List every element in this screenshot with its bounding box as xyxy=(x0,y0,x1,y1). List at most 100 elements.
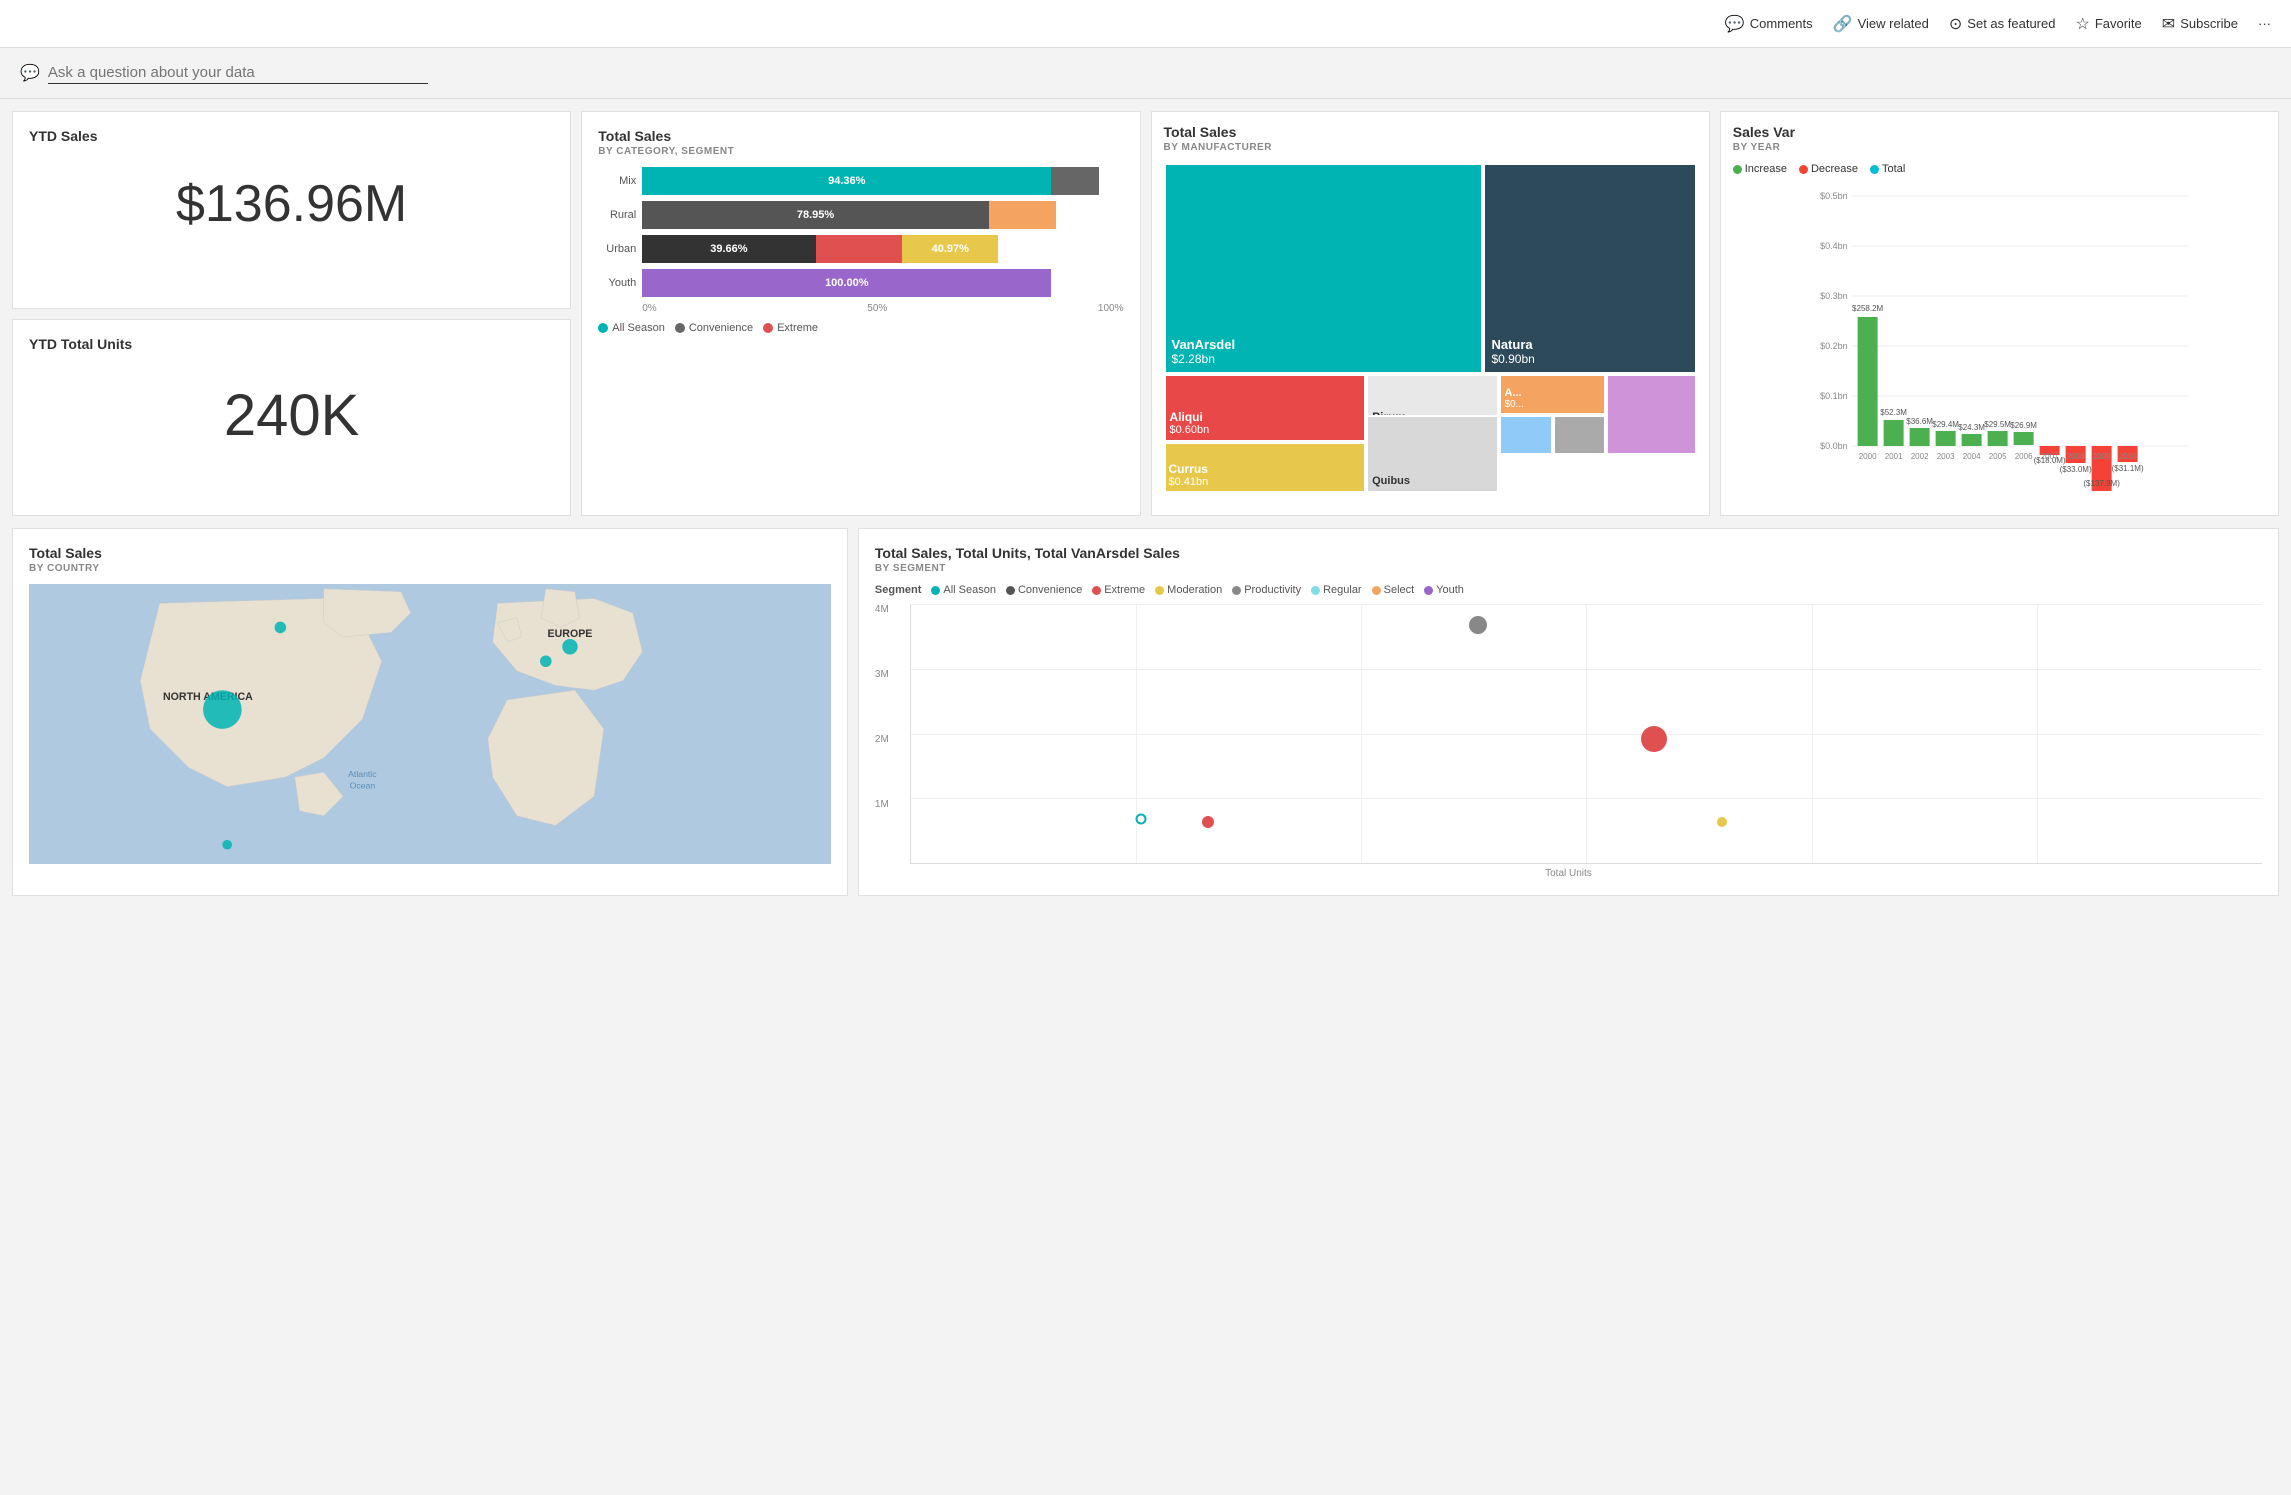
legend-regular-scatter: Regular xyxy=(1311,584,1362,596)
subscribe-label: Subscribe xyxy=(2180,16,2238,31)
axis-50: 50% xyxy=(867,303,887,314)
legend-dot-increase xyxy=(1733,165,1742,174)
map-dot-south[interactable] xyxy=(222,840,232,850)
svg-text:$0.4bn: $0.4bn xyxy=(1820,241,1848,251)
scatter-chart-area: 4M 3M 2M 1M xyxy=(875,604,2262,864)
treemap-aliqui[interactable]: Aliqui $0.60bn xyxy=(1164,374,1367,442)
bar-legend: All Season Convenience Extreme xyxy=(598,322,1123,334)
bar-label-urban: Urban xyxy=(598,243,636,255)
scatter-dot-convenience xyxy=(1006,586,1015,595)
view-related-button[interactable]: 🔗 View related xyxy=(1833,14,1929,34)
map-dot-usa[interactable] xyxy=(203,690,242,729)
scatter-label-select: Select xyxy=(1384,584,1415,596)
y-label-2m: 2M xyxy=(875,734,906,745)
scatter-tile: Total Sales, Total Units, Total VanArsde… xyxy=(858,528,2279,896)
bar-2005[interactable] xyxy=(1987,431,2007,446)
comments-button[interactable]: 💬 Comments xyxy=(1725,14,1813,34)
map-dot-canada[interactable] xyxy=(275,622,287,634)
treemap-small3 xyxy=(1606,374,1697,456)
scatter-dot-moderation xyxy=(1155,586,1164,595)
legend-productivity-scatter: Productivity xyxy=(1232,584,1301,596)
treemap-natura-label: Natura xyxy=(1491,337,1688,352)
scatter-dot-youth-point[interactable] xyxy=(1202,816,1214,828)
more-button[interactable]: ··· xyxy=(2258,16,2271,31)
legend-label-allseason: All Season xyxy=(612,322,665,334)
treemap-quibus[interactable]: Quibus xyxy=(1366,415,1499,493)
map-dot-europe1[interactable] xyxy=(562,639,577,654)
bar-container-urban: 39.66% 40.97% xyxy=(642,235,1123,263)
bar-row-youth: Youth 100.00% xyxy=(598,269,1123,297)
treemap-small1 xyxy=(1499,415,1552,456)
scatter-label-regular: Regular xyxy=(1323,584,1362,596)
treemap-currus[interactable]: Currus $0.41bn xyxy=(1164,442,1367,493)
bar-2006[interactable] xyxy=(2013,432,2033,445)
legend-total: Total xyxy=(1870,163,1905,175)
view-related-icon: 🔗 xyxy=(1833,14,1853,34)
svg-text:($31.1M): ($31.1M) xyxy=(2111,464,2143,473)
scatter-dot-moderation-point[interactable] xyxy=(1717,817,1727,827)
favorite-button[interactable]: ☆ Favorite xyxy=(2075,14,2141,34)
treemap-a[interactable]: A... $0... xyxy=(1499,374,1606,415)
svg-text:2006: 2006 xyxy=(2014,452,2032,461)
total-sales-cat-subtitle: BY CATEGORY, SEGMENT xyxy=(598,146,1123,157)
legend-label-extreme: Extreme xyxy=(777,322,818,334)
svg-text:$0.1bn: $0.1bn xyxy=(1820,391,1848,401)
legend-convenience-scatter: Convenience xyxy=(1006,584,1082,596)
bar-container-youth: 100.00% xyxy=(642,269,1123,297)
segment-label: Segment xyxy=(875,584,921,596)
map-subtitle: BY COUNTRY xyxy=(29,563,831,574)
svg-text:($33.0M): ($33.0M) xyxy=(2059,465,2091,474)
svg-text:EUROPE: EUROPE xyxy=(548,628,593,640)
scatter-label-youth: Youth xyxy=(1436,584,1464,596)
legend-dot-decrease xyxy=(1799,165,1808,174)
bar-seg-mix-2 xyxy=(1051,167,1099,195)
vgrid-3 xyxy=(1586,604,1587,863)
treemap-aliqui-label: Aliqui xyxy=(1170,410,1361,424)
ytd-units-tile: YTD Total Units 240K xyxy=(12,319,571,517)
toolbar: 💬 Comments 🔗 View related ⊙ Set as featu… xyxy=(0,0,2291,48)
bar-2000[interactable] xyxy=(1857,317,1877,446)
total-sales-mfr-subtitle: BY MANUFACTURER xyxy=(1164,142,1697,153)
map-dot-europe2[interactable] xyxy=(540,655,552,667)
bar-seg-rural-1: 78.95% xyxy=(642,201,989,229)
map-container[interactable]: NORTH AMERICA EUROPE Atlantic Ocean xyxy=(29,584,831,864)
y-label-4m: 4M xyxy=(875,604,906,615)
bar-2003[interactable] xyxy=(1935,431,1955,446)
treemap-vanarsdel[interactable]: VanArsdel $2.28bn xyxy=(1164,163,1484,374)
scatter-subtitle: BY SEGMENT xyxy=(875,563,2262,574)
legend-dot-convenience xyxy=(675,323,685,333)
scatter-dot-extreme-point[interactable] xyxy=(1641,726,1667,752)
bar-axis: 0% 50% 100% xyxy=(642,303,1123,314)
map-title: Total Sales xyxy=(29,545,831,561)
axis-100: 100% xyxy=(1098,303,1124,314)
set-featured-button[interactable]: ⊙ Set as featured xyxy=(1949,14,2056,34)
bar-2004[interactable] xyxy=(1961,434,1981,446)
legend-dot-total xyxy=(1870,165,1879,174)
ytd-sales-value: $136.96M xyxy=(29,174,554,234)
vgrid-2 xyxy=(1361,604,1362,863)
x-axis-title: Total Units xyxy=(875,868,2262,879)
sales-var-subtitle: BY YEAR xyxy=(1733,142,2266,153)
scatter-label-productivity: Productivity xyxy=(1244,584,1301,596)
vgrid-4 xyxy=(1812,604,1813,863)
svg-text:2002: 2002 xyxy=(1910,452,1928,461)
bar-2002[interactable] xyxy=(1909,428,1929,446)
scatter-dot-allseason-point[interactable] xyxy=(1135,813,1146,824)
qa-input[interactable] xyxy=(48,62,428,84)
bar-2001[interactable] xyxy=(1883,420,1903,446)
ytd-sales-title: YTD Sales xyxy=(29,128,554,144)
bar-container-rural: 78.95% xyxy=(642,201,1123,229)
axis-0: 0% xyxy=(642,303,656,314)
comments-label: Comments xyxy=(1750,16,1813,31)
svg-text:2005: 2005 xyxy=(1988,452,2006,461)
sales-var-title: Sales Var xyxy=(1733,124,2266,140)
treemap-natura[interactable]: Natura $0.90bn xyxy=(1483,163,1696,374)
dashboard: YTD Sales $136.96M Total Sales BY CATEGO… xyxy=(0,99,2291,528)
subscribe-button[interactable]: ✉ Subscribe xyxy=(2162,14,2238,34)
bar-container-mix: 94.36% xyxy=(642,167,1123,195)
svg-text:$36.6M: $36.6M xyxy=(1906,417,1933,426)
svg-text:$258.2M: $258.2M xyxy=(1852,304,1883,313)
y-label-1m: 1M xyxy=(875,799,906,810)
bar-label-rural: Rural xyxy=(598,209,636,221)
scatter-dot-productivity-point[interactable] xyxy=(1469,616,1487,634)
